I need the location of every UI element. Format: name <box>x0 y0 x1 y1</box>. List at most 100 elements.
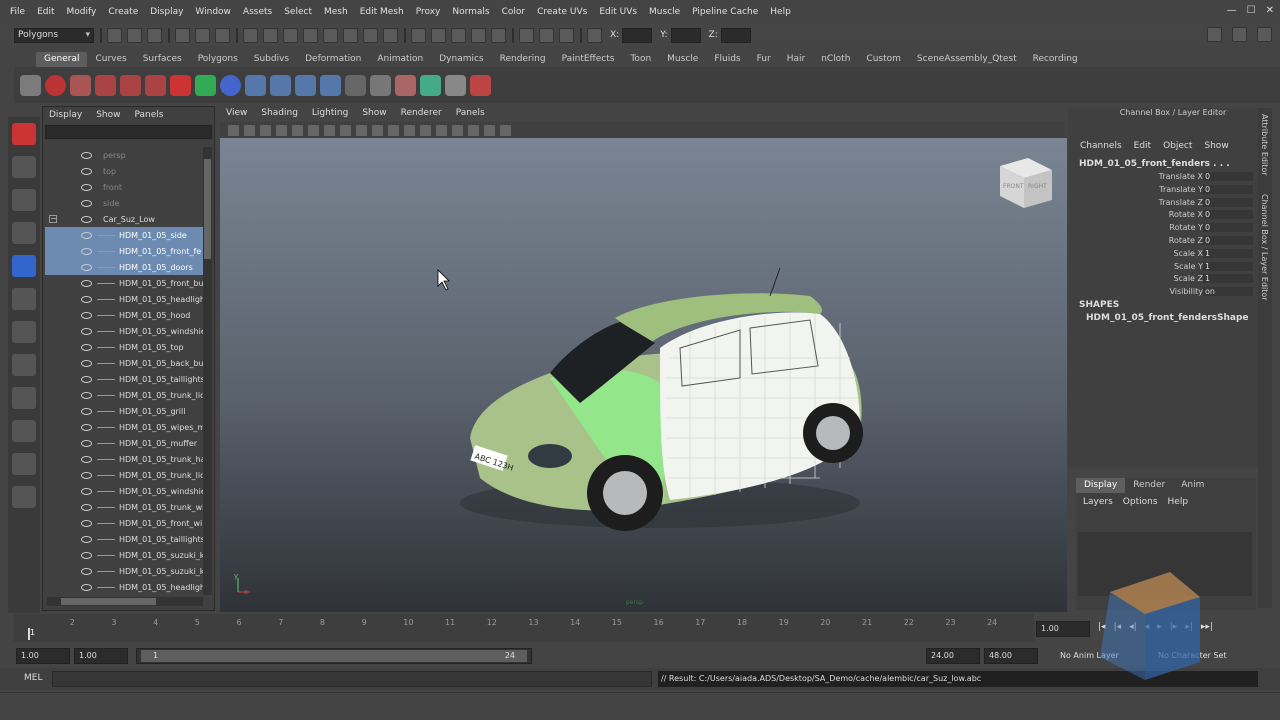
outliner-item[interactable]: HDM_01_05_taillights <box>45 531 203 547</box>
menu-window[interactable]: Window <box>195 7 231 17</box>
visibility-eye-icon[interactable] <box>81 343 92 351</box>
menu-assets[interactable]: Assets <box>243 7 272 17</box>
outliner-vertical-scrollbar[interactable] <box>203 147 212 595</box>
render-current-icon[interactable] <box>519 27 534 43</box>
outliner-menu-display[interactable]: Display <box>49 110 82 120</box>
pick-mask-icon[interactable] <box>283 27 298 43</box>
select-component-icon[interactable] <box>215 27 230 43</box>
outliner-item[interactable]: front <box>45 179 203 195</box>
shelf-tool-icon[interactable] <box>445 74 466 96</box>
outliner-menu-panels[interactable]: Panels <box>134 110 163 120</box>
channel-box-tab[interactable]: Channel Box / Layer Editor <box>1260 194 1269 301</box>
shelf-tool-icon[interactable] <box>395 74 416 96</box>
scale-tool-icon[interactable] <box>12 288 36 310</box>
menu-color[interactable]: Color <box>502 7 526 17</box>
channel-box-menu-show[interactable]: Show <box>1204 141 1228 151</box>
snap-to-grid-icon[interactable] <box>411 27 426 43</box>
start-time-field[interactable]: 1.00 <box>16 648 70 664</box>
layer-menu-help[interactable]: Help <box>1168 497 1189 507</box>
outliner-item[interactable]: HDM_01_05_wipes_m <box>45 419 203 435</box>
menu-edit-uvs[interactable]: Edit UVs <box>599 7 637 17</box>
visibility-eye-icon[interactable] <box>81 391 92 399</box>
outliner-item[interactable]: HDM_01_05_front_fe <box>45 243 203 259</box>
shelf-tab-rendering[interactable]: Rendering <box>492 52 554 67</box>
outliner-item[interactable]: HDM_01_05_doors <box>45 259 203 275</box>
paint-select-tool-icon[interactable] <box>12 189 36 211</box>
visibility-eye-icon[interactable] <box>81 503 92 511</box>
y-field[interactable] <box>670 27 701 43</box>
shelf-tool-icon[interactable] <box>170 74 191 96</box>
input-line-icon[interactable] <box>587 27 602 43</box>
visibility-eye-icon[interactable] <box>81 439 92 447</box>
mel-label[interactable]: MEL <box>24 673 42 683</box>
shelf-tool-icon[interactable] <box>120 74 141 96</box>
show-channel-box-icon[interactable] <box>1257 27 1272 42</box>
move-tool-icon[interactable] <box>12 222 36 244</box>
help-question-icon[interactable] <box>45 74 66 96</box>
channel-attribute-value[interactable]: 0 <box>1203 236 1253 245</box>
visibility-eye-icon[interactable] <box>81 471 92 479</box>
shelf-tab-fluids[interactable]: Fluids <box>706 52 748 67</box>
pick-mask-icon[interactable] <box>363 27 378 43</box>
menu-create-uvs[interactable]: Create UVs <box>537 7 587 17</box>
outliner-item[interactable]: side <box>45 195 203 211</box>
outliner-item[interactable]: − Car_Suz_Low <box>45 211 203 227</box>
end-time-field[interactable]: 48.00 <box>984 648 1038 664</box>
textured-icon[interactable] <box>372 124 383 136</box>
pick-mask-icon[interactable] <box>343 27 358 43</box>
channel-attribute-value[interactable]: on <box>1203 287 1253 297</box>
pick-mask-icon[interactable] <box>263 27 278 43</box>
collapse-icon[interactable]: − <box>49 215 57 223</box>
shelf-tool-icon[interactable] <box>470 74 491 96</box>
layer-tab-anim[interactable]: Anim <box>1173 478 1212 493</box>
soft-mod-icon[interactable] <box>12 354 36 376</box>
menu-display[interactable]: Display <box>150 7 183 17</box>
z-field[interactable] <box>720 27 751 43</box>
3d-viewport[interactable]: FRONT RIGHT ABC 123H y x persp <box>220 138 1067 612</box>
shelf-tab-ncloth[interactable]: nCloth <box>813 52 858 67</box>
outliner-item[interactable]: HDM_01_05_hood <box>45 307 203 323</box>
channel-attribute-row[interactable]: Scale Y1 <box>1078 261 1253 275</box>
pick-mask-icon[interactable] <box>383 27 398 43</box>
channel-attribute-row[interactable]: Visibility on <box>1078 287 1253 300</box>
x-field[interactable] <box>622 27 653 43</box>
menu-file[interactable]: File <box>10 7 25 17</box>
visibility-eye-icon[interactable] <box>81 247 92 255</box>
menu-select[interactable]: Select <box>284 7 312 17</box>
current-time-field[interactable]: 1.00 <box>1036 621 1090 637</box>
ambient-occlusion-icon[interactable] <box>452 124 463 136</box>
shelf-tool-icon[interactable] <box>145 74 166 96</box>
playback-end-field[interactable]: 24.00 <box>926 648 980 664</box>
channel-attribute-value[interactable]: 1 <box>1203 274 1253 284</box>
visibility-eye-icon[interactable] <box>81 231 92 239</box>
shelf-tab-toon[interactable]: Toon <box>622 52 659 67</box>
visibility-eye-icon[interactable] <box>81 583 92 591</box>
range-slider[interactable]: 1 24 <box>136 648 532 664</box>
channel-attribute-row[interactable]: Rotate Z0 <box>1078 236 1253 249</box>
outliner-item[interactable]: HDM_01_05_trunk_lid <box>45 467 203 483</box>
visibility-eye-icon[interactable] <box>81 327 92 335</box>
viewport-menu-shading[interactable]: Shading <box>261 108 298 122</box>
car-model[interactable]: ABC 123H <box>460 267 863 531</box>
outliner-item[interactable]: HDM_01_05_back_bu <box>45 355 203 371</box>
menu-create[interactable]: Create <box>108 7 138 17</box>
render-settings-icon[interactable] <box>559 27 574 43</box>
shelf-tool-icon[interactable] <box>20 74 41 96</box>
time-slider[interactable]: 1 2 3 4 5 6 7 8 9 10 11 12 13 14 15 16 17 18 19 20 21 22 23 24 <box>14 614 1034 642</box>
shelf-tool-icon[interactable] <box>270 74 291 96</box>
channel-attribute-row[interactable]: Translate Y0 <box>1078 184 1253 198</box>
visibility-eye-icon[interactable] <box>81 279 92 287</box>
shelf-tab-deformation[interactable]: Deformation <box>297 52 369 67</box>
snap-to-curve-icon[interactable] <box>431 27 446 43</box>
shelf-tool-icon[interactable] <box>70 74 91 96</box>
outliner-item[interactable]: HDM_01_05_headligh <box>45 291 203 307</box>
snap-to-point-icon[interactable] <box>451 27 466 43</box>
layer-menu-options[interactable]: Options <box>1123 497 1158 507</box>
outliner-item[interactable]: HDM_01_05_muffer <box>45 435 203 451</box>
shelf-tool-icon[interactable] <box>245 74 266 96</box>
channel-attribute-row[interactable]: Rotate Y0 <box>1078 223 1253 236</box>
maximize-icon[interactable]: ☐ <box>1247 5 1256 16</box>
close-icon[interactable]: ✕ <box>1266 5 1274 16</box>
outliner-item[interactable]: HDM_01_05_suzuki_k <box>45 547 203 563</box>
channel-box-menu-channels[interactable]: Channels <box>1080 141 1122 151</box>
